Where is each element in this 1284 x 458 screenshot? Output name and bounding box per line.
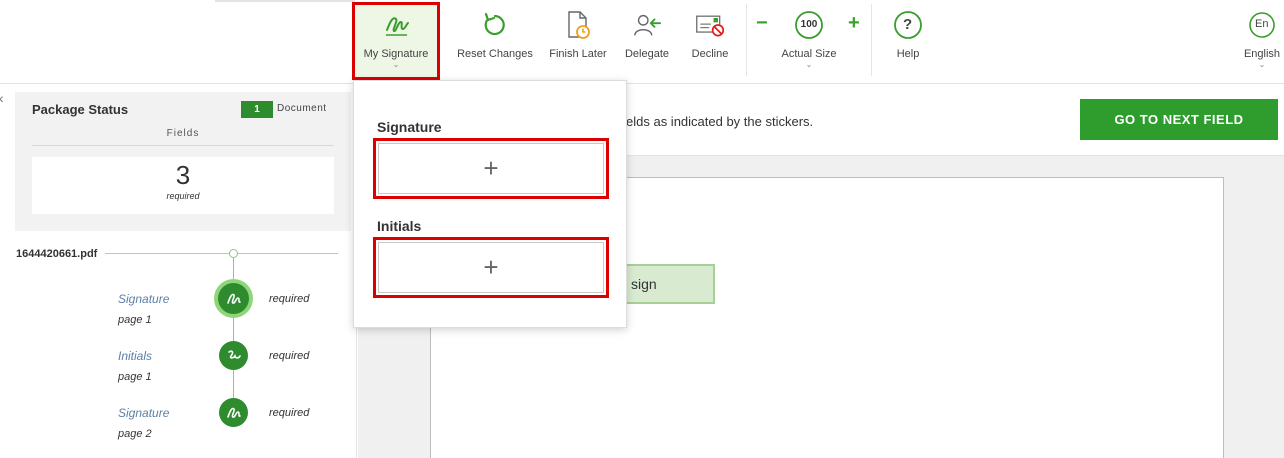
delegate-button[interactable]: Delegate: [622, 0, 672, 84]
signature-pen-icon: [381, 10, 411, 40]
actual-size-label: Actual Size: [781, 48, 837, 60]
document-clock-icon: [563, 10, 593, 40]
reset-changes-button[interactable]: Reset Changes: [455, 0, 535, 84]
language-label: English: [1243, 48, 1281, 60]
help-label: Help: [896, 48, 920, 60]
required-count-label: required: [166, 191, 200, 201]
chevron-down-icon: ⌄: [392, 60, 400, 69]
field-page: page 1: [118, 314, 152, 326]
initials-node-icon[interactable]: [219, 341, 248, 370]
field-name[interactable]: Signature: [118, 292, 169, 306]
required-count: 3: [175, 160, 191, 190]
decline-icon: [695, 10, 725, 40]
package-status-title: Package Status: [32, 102, 129, 117]
file-connector-line: [105, 253, 338, 254]
file-node-dot: [229, 249, 238, 258]
field-name[interactable]: Signature: [118, 406, 169, 420]
my-signature-dropdown: Signature + Initials +: [353, 80, 627, 328]
help-icon: ?: [893, 10, 923, 40]
required-count-box: 3 required: [32, 157, 334, 214]
toolbar: My Signature ⌄ Reset Changes Finish Late…: [0, 0, 1284, 84]
sign-sticker[interactable]: sign: [612, 264, 715, 304]
add-signature-plus: +: [378, 143, 604, 194]
document-count-badge: 1: [241, 101, 273, 118]
field-page: page 1: [118, 371, 152, 383]
package-status-card: Package Status 1 Document Fields 3 requi…: [15, 92, 351, 231]
my-signature-label: My Signature: [363, 48, 429, 60]
zoom-level-icon: 100: [794, 10, 824, 40]
field-status: required: [269, 407, 310, 419]
add-initials-plus: +: [378, 242, 604, 293]
signature-section-title: Signature: [377, 119, 442, 135]
signature-node-icon[interactable]: [219, 398, 248, 427]
initials-section-title: Initials: [377, 218, 422, 234]
zoom-out-button[interactable]: −: [756, 12, 768, 35]
instruction-text: elds as indicated by the stickers.: [626, 114, 814, 129]
zoom-level-value: 100: [800, 19, 818, 30]
signature-node-icon[interactable]: [218, 283, 249, 314]
field-status: required: [269, 293, 310, 305]
help-button[interactable]: ? Help: [890, 0, 926, 84]
toolbar-divider: [871, 4, 872, 76]
field-status: required: [269, 350, 310, 362]
field-name[interactable]: Initials: [118, 349, 152, 363]
delegate-label: Delegate: [624, 48, 670, 60]
delegate-person-icon: [632, 10, 662, 40]
chevron-down-icon: ⌄: [1258, 60, 1266, 69]
add-initials-button[interactable]: +: [373, 237, 609, 298]
finish-later-button[interactable]: Finish Later: [545, 0, 611, 84]
go-to-next-field-button[interactable]: GO TO NEXT FIELD: [1080, 99, 1278, 140]
document-label: Document: [277, 103, 327, 114]
decline-label: Decline: [691, 48, 729, 60]
my-signature-button[interactable]: My Signature ⌄: [352, 2, 440, 80]
fields-label: Fields: [32, 128, 334, 146]
collapse-panel-icon[interactable]: ‹: [0, 90, 4, 106]
reset-changes-label: Reset Changes: [457, 48, 533, 60]
finish-later-label: Finish Later: [549, 48, 607, 60]
zoom-in-button[interactable]: +: [848, 12, 860, 35]
actual-size-button[interactable]: 100 Actual Size ⌄: [775, 0, 843, 84]
file-name[interactable]: 1644420661.pdf: [16, 248, 97, 260]
field-page: page 2: [118, 428, 152, 440]
field-tree-line: [233, 258, 234, 413]
reset-icon: [480, 10, 510, 40]
decline-button[interactable]: Decline: [686, 0, 734, 84]
language-icon: En: [1247, 10, 1277, 40]
toolbar-divider: [746, 4, 747, 76]
language-badge: En: [1255, 18, 1269, 30]
toolbar-top-divider: [215, 0, 355, 2]
help-glyph: ?: [903, 16, 913, 33]
chevron-down-icon: ⌄: [805, 60, 813, 69]
add-signature-button[interactable]: +: [373, 138, 609, 199]
language-button[interactable]: En English ⌄: [1240, 0, 1284, 84]
